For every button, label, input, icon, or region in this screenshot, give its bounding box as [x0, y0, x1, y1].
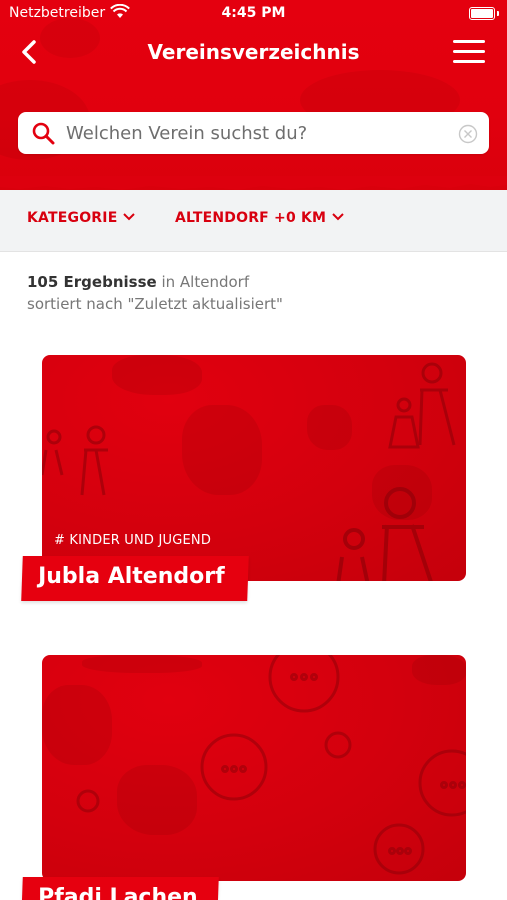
club-card[interactable] [42, 655, 466, 881]
clock: 4:45 PM [221, 5, 286, 21]
battery-icon [469, 7, 499, 20]
search-icon [32, 122, 55, 145]
clear-icon[interactable] [458, 124, 478, 144]
navigation-bar: Vereinsverzeichnis [0, 30, 507, 76]
menu-button[interactable] [453, 38, 485, 66]
category-filter-label: KATEGORIE [27, 210, 118, 226]
club-name: Jubla Altendorf [38, 564, 225, 589]
header: Netzbetreiber 4:45 PM Vereinsverzeichnis [0, 0, 507, 192]
category-tag: # KINDER UND JUGEND [54, 533, 212, 548]
hamburger-menu-icon [453, 40, 485, 43]
chevron-down-icon [332, 213, 344, 221]
results-count: 105 Ergebnisse [27, 273, 157, 291]
chevron-down-icon [123, 213, 136, 221]
search-input[interactable] [66, 112, 446, 154]
page-title: Vereinsverzeichnis [147, 40, 360, 64]
status-bar: Netzbetreiber 4:45 PM [0, 0, 507, 28]
club-card[interactable]: # KINDER UND JUGEND [42, 355, 466, 581]
children-illustration [42, 425, 108, 496]
back-button[interactable] [12, 34, 48, 70]
results-summary: 105 Ergebnisse in Altendorf sortiert nac… [27, 271, 283, 315]
back-arrow-icon [22, 40, 36, 64]
results-sort: sortiert nach "Zuletzt aktualisiert" [27, 295, 283, 313]
children-illustration [336, 487, 433, 581]
club-name: Pfadi Lachen [38, 885, 198, 900]
chat-bubbles-illustration [76, 655, 466, 875]
location-filter[interactable]: ALTENDORF +0 KM [175, 210, 344, 226]
filter-bar: KATEGORIE ALTENDORF +0 KM [0, 190, 507, 252]
search-bar[interactable] [18, 112, 489, 154]
category-filter[interactable]: KATEGORIE [27, 210, 136, 226]
children-illustration [388, 362, 456, 449]
club-name-banner[interactable]: Jubla Altendorf [21, 556, 249, 601]
location-filter-label: ALTENDORF +0 KM [175, 210, 327, 226]
results-location: in Altendorf [161, 273, 250, 291]
club-name-banner[interactable]: Pfadi Lachen [21, 877, 219, 900]
